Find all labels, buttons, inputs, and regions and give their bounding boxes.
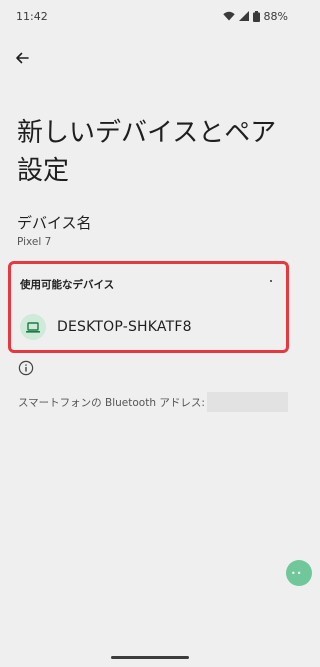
info-icon [18,360,34,376]
more-icon: •• [291,568,303,578]
device-name-value: Pixel 7 [17,236,52,248]
available-devices-heading: 使用可能なデバイス [20,279,115,291]
battery-percent: 88% [263,9,288,23]
bluetooth-address-label: スマートフォンの Bluetooth アドレス: [18,396,205,409]
signal-icon [238,11,249,21]
wifi-icon [222,11,235,21]
gesture-navigation-handle[interactable] [111,656,189,659]
laptop-icon [26,318,40,337]
device-label: DESKTOP-SHKATF8 [57,319,192,335]
status-icons: 88% [222,9,288,23]
scanning-indicator [270,280,272,282]
back-button[interactable] [8,46,36,74]
status-bar: 11:42 88% [0,0,300,32]
device-icon-container [20,314,46,340]
pair-new-device-screen: 11:42 88% 新しいデバイスとペア設定 デバイス名 Pixel 7 使用可… [0,0,312,667]
bluetooth-address-row: スマートフォンの Bluetooth アドレス: [18,392,288,412]
floating-action-button[interactable]: •• [286,560,312,586]
device-list-item[interactable]: DESKTOP-SHKATF8 [17,310,279,344]
available-devices-highlight: 使用可能なデバイス DESKTOP-SHKATF8 [8,261,289,353]
device-name-title[interactable]: デバイス名 [17,212,92,233]
battery-icon [252,10,260,22]
bluetooth-address-redacted [206,392,288,412]
page-title: 新しいデバイスとペア設定 [17,118,277,186]
arrow-left-icon [14,50,30,70]
status-time: 11:42 [16,9,48,23]
